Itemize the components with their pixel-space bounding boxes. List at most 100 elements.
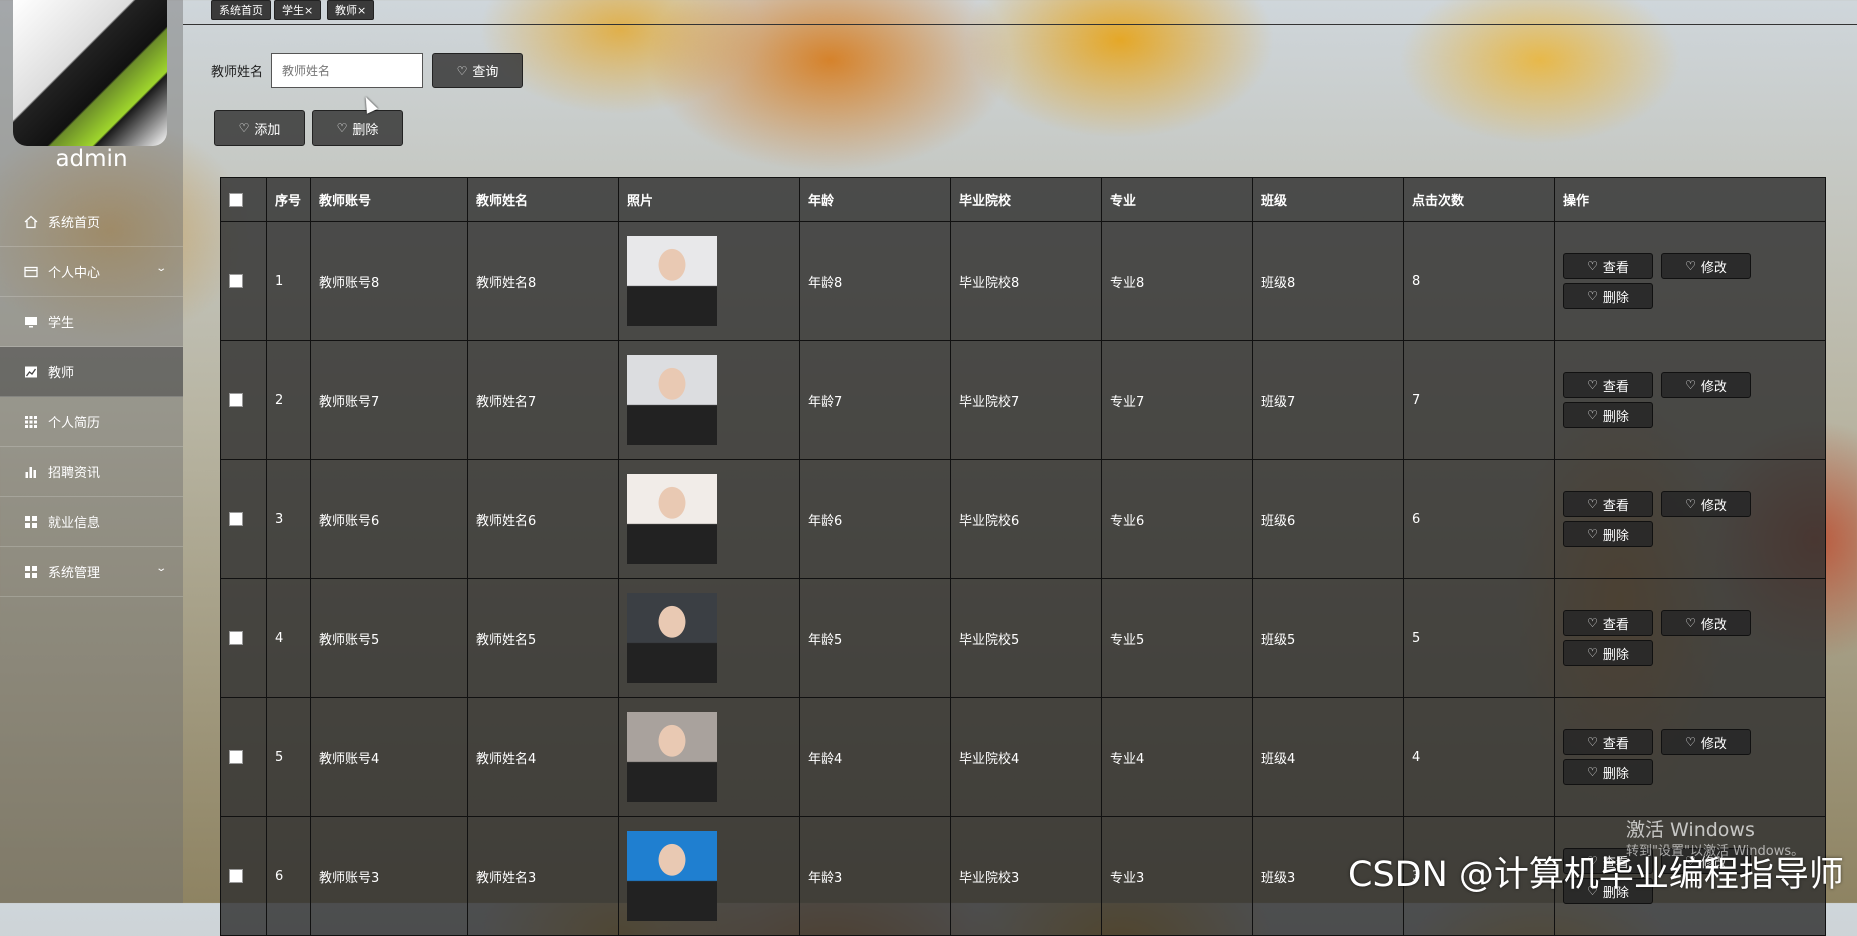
sidebar-item-resume[interactable]: 个人简历 bbox=[0, 397, 183, 447]
query-button[interactable]: ♡ 查询 bbox=[432, 53, 523, 88]
teacher-photo[interactable] bbox=[627, 236, 717, 326]
tab-bar: 系统首页 学生× 教师× bbox=[183, 0, 1857, 25]
view-button[interactable]: ♡ 查看 bbox=[1563, 372, 1653, 398]
row-checkbox[interactable] bbox=[229, 869, 243, 883]
teacher-age: 年龄3 bbox=[799, 816, 951, 936]
teacher-account: 教师账号4 bbox=[310, 697, 468, 817]
sidebar-item-students[interactable]: 学生 bbox=[0, 297, 183, 347]
operations-cell: ♡ 查看 ♡ 修改 ♡ 删除 bbox=[1554, 221, 1826, 341]
select-all-cell[interactable] bbox=[220, 177, 267, 222]
column-header: 毕业院校 bbox=[950, 177, 1102, 222]
teacher-age: 年龄7 bbox=[799, 340, 951, 460]
teacher-major: 专业3 bbox=[1101, 816, 1253, 936]
teacher-name: 教师姓名6 bbox=[467, 459, 619, 579]
operations-cell: ♡ 查看 ♡ 修改 ♡ 删除 bbox=[1554, 578, 1826, 698]
click-count: 4 bbox=[1403, 697, 1555, 817]
row-select-cell[interactable] bbox=[220, 816, 267, 936]
edit-button[interactable]: ♡ 修改 bbox=[1661, 610, 1751, 636]
heart-icon: ♡ bbox=[238, 121, 250, 135]
column-header: 教师姓名 bbox=[467, 177, 619, 222]
table-row: 2 教师账号7 教师姓名7 年龄7 毕业院校7 专业7 班级7 7 ♡ 查看 ♡ 修… bbox=[220, 340, 1826, 460]
heart-icon: ♡ bbox=[1587, 259, 1598, 273]
teacher-age: 年龄8 bbox=[799, 221, 951, 341]
row-checkbox[interactable] bbox=[229, 512, 243, 526]
view-button-label: 查看 bbox=[1602, 736, 1629, 752]
row-checkbox[interactable] bbox=[229, 750, 243, 764]
row-checkbox[interactable] bbox=[229, 274, 243, 288]
row-select-cell[interactable] bbox=[220, 578, 267, 698]
view-button-label: 查看 bbox=[1602, 617, 1629, 633]
edit-button[interactable]: ♡ 修改 bbox=[1661, 253, 1751, 279]
view-button[interactable]: ♡ 查看 bbox=[1563, 253, 1653, 279]
select-all-checkbox[interactable] bbox=[229, 192, 243, 207]
row-select-cell[interactable] bbox=[220, 697, 267, 817]
delete-button-label: 删除 bbox=[352, 122, 379, 138]
edit-button[interactable]: ♡ 修改 bbox=[1661, 372, 1751, 398]
view-button[interactable]: ♡ 查看 bbox=[1563, 729, 1653, 755]
add-button[interactable]: ♡ 添加 bbox=[214, 110, 305, 146]
row-delete-button[interactable]: ♡ 删除 bbox=[1563, 759, 1653, 785]
query-button-label: 查询 bbox=[472, 65, 499, 80]
teacher-age: 年龄6 bbox=[799, 459, 951, 579]
sidebar-item-recruitment-news[interactable]: 招聘资讯 bbox=[0, 447, 183, 497]
sidebar-item-home[interactable]: 系统首页 bbox=[0, 197, 183, 247]
delete-button[interactable]: ♡ 删除 bbox=[312, 110, 403, 146]
tab-students[interactable]: 学生× bbox=[274, 0, 322, 20]
table-row: 4 教师账号5 教师姓名5 年龄5 毕业院校5 专业5 班级5 5 ♡ 查看 ♡ 修… bbox=[220, 578, 1826, 698]
teacher-class: 班级7 bbox=[1252, 340, 1404, 460]
apps-icon bbox=[24, 515, 38, 529]
column-header: 年龄 bbox=[799, 177, 951, 222]
delete-button-label: 删除 bbox=[1602, 409, 1629, 425]
row-checkbox[interactable] bbox=[229, 393, 243, 407]
delete-button-label: 删除 bbox=[1602, 766, 1629, 782]
sidebar-item-system-management[interactable]: 系统管理 ⌄ bbox=[0, 547, 183, 597]
teacher-photo[interactable] bbox=[627, 712, 717, 802]
search-input[interactable] bbox=[271, 53, 423, 88]
sidebar-item-teachers[interactable]: 教师 bbox=[0, 347, 183, 397]
teacher-photo[interactable] bbox=[627, 831, 717, 921]
tab-home[interactable]: 系统首页 bbox=[211, 0, 271, 20]
teacher-photo[interactable] bbox=[627, 474, 717, 564]
row-select-cell[interactable] bbox=[220, 459, 267, 579]
edit-button[interactable]: ♡ 修改 bbox=[1661, 729, 1751, 755]
row-delete-button[interactable]: ♡ 删除 bbox=[1563, 521, 1653, 547]
operations-cell: ♡ 查看 ♡ 修改 ♡ 删除 bbox=[1554, 697, 1826, 817]
view-button[interactable]: ♡ 查看 bbox=[1563, 491, 1653, 517]
edit-button-label: 修改 bbox=[1700, 498, 1727, 514]
sidebar-item-label: 教师 bbox=[48, 366, 75, 381]
row-select-cell[interactable] bbox=[220, 340, 267, 460]
column-header: 班级 bbox=[1252, 177, 1404, 222]
view-button-label: 查看 bbox=[1602, 260, 1629, 276]
teacher-major: 专业7 bbox=[1101, 340, 1253, 460]
csdn-watermark: CSDN @计算机毕业编程指导师 bbox=[1348, 855, 1844, 895]
heart-icon: ♡ bbox=[1587, 497, 1598, 511]
sidebar-item-employment-info[interactable]: 就业信息 bbox=[0, 497, 183, 547]
table-row: 1 教师账号8 教师姓名8 年龄8 毕业院校8 专业8 班级8 8 ♡ 查看 ♡ 修… bbox=[220, 221, 1826, 341]
sidebar-item-label: 系统首页 bbox=[48, 216, 101, 231]
view-button-label: 查看 bbox=[1602, 379, 1629, 395]
row-delete-button[interactable]: ♡ 删除 bbox=[1563, 640, 1653, 666]
avatar[interactable] bbox=[13, 0, 167, 146]
view-button[interactable]: ♡ 查看 bbox=[1563, 610, 1653, 636]
row-select-cell[interactable] bbox=[220, 221, 267, 341]
add-button-label: 添加 bbox=[254, 122, 281, 138]
row-checkbox[interactable] bbox=[229, 631, 243, 645]
teacher-class: 班级8 bbox=[1252, 221, 1404, 341]
teacher-account: 教师账号5 bbox=[310, 578, 468, 698]
teacher-photo[interactable] bbox=[627, 593, 717, 683]
row-delete-button[interactable]: ♡ 删除 bbox=[1563, 402, 1653, 428]
grid-icon bbox=[24, 415, 38, 429]
teacher-photo[interactable] bbox=[627, 355, 717, 445]
teacher-major: 专业4 bbox=[1101, 697, 1253, 817]
row-number: 2 bbox=[266, 340, 311, 460]
sidebar-item-personal-center[interactable]: 个人中心 ⌄ bbox=[0, 247, 183, 297]
heart-icon: ♡ bbox=[1685, 259, 1696, 273]
tab-teachers[interactable]: 教师× bbox=[327, 0, 375, 20]
row-number: 1 bbox=[266, 221, 311, 341]
column-header: 序号 bbox=[266, 177, 311, 222]
row-delete-button[interactable]: ♡ 删除 bbox=[1563, 283, 1653, 309]
edit-button[interactable]: ♡ 修改 bbox=[1661, 491, 1751, 517]
column-header: 专业 bbox=[1101, 177, 1253, 222]
teacher-class: 班级6 bbox=[1252, 459, 1404, 579]
edit-button-label: 修改 bbox=[1700, 736, 1727, 752]
